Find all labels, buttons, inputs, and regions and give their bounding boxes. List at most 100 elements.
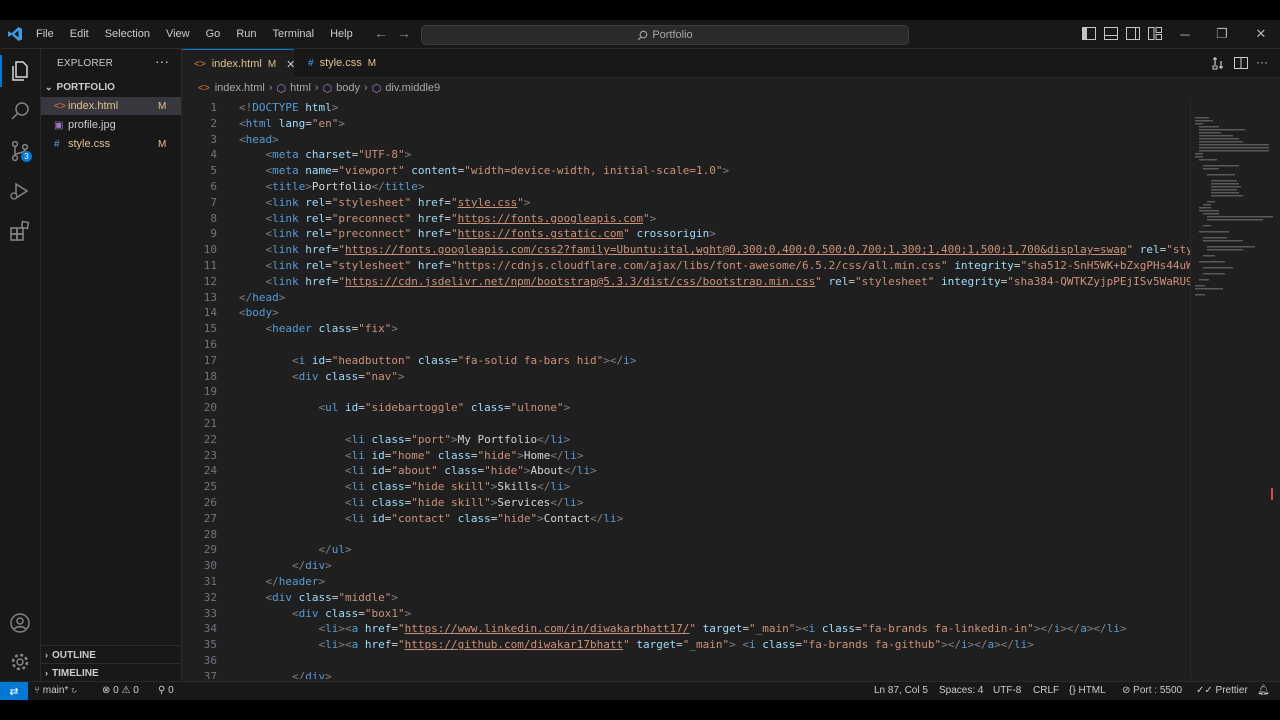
code-line[interactable]: <li><a href="https://github.com/diwakar1… (239, 638, 1033, 651)
close-window-button[interactable]: ✕ (1242, 20, 1280, 48)
minimize-button[interactable]: ─ (1166, 20, 1204, 48)
code-line[interactable]: <title>Portfolio</title> (239, 180, 425, 193)
breadcrumb-item-body[interactable]: ⬡ body (323, 82, 360, 95)
accounts-activity[interactable] (8, 611, 32, 635)
line-ending[interactable]: CRLF (1033, 685, 1059, 696)
chevron-right-icon: › (45, 668, 48, 678)
ports-indicator[interactable]: ⚲ 0 (158, 685, 174, 696)
menu-run[interactable]: Run (228, 28, 264, 40)
code-line[interactable]: <li><a href="https://www.linkedin.com/in… (239, 622, 1126, 635)
menu-go[interactable]: Go (198, 28, 229, 40)
encoding[interactable]: UTF-8 (993, 685, 1021, 696)
cursor-position[interactable]: Ln 87, Col 5 (874, 685, 928, 696)
indentation[interactable]: Spaces: 4 (939, 685, 983, 696)
line-number: 27 (203, 511, 217, 525)
manage-activity[interactable] (8, 650, 32, 674)
menu-file[interactable]: File (28, 28, 62, 40)
code-editor[interactable]: 1 <!DOCTYPE html> 2 <html lang="en"> 3 <head>… (182, 99, 1190, 679)
breadcrumb-item-html[interactable]: ⬡ html (277, 82, 311, 95)
file-profile-jpg[interactable]: ▣ profile.jpg (41, 116, 181, 134)
code-line[interactable]: <head> (239, 133, 279, 146)
code-line[interactable]: <div class="box1"> (239, 607, 411, 620)
tab-index-html[interactable]: <> index.html M ✕ (182, 49, 295, 78)
code-line[interactable]: </div> (239, 670, 332, 679)
code-line[interactable]: <li class="hide skill">Services</li> (239, 496, 583, 509)
forward-arrow-icon[interactable]: → (397, 25, 411, 41)
more-actions-icon[interactable]: ··· (1256, 56, 1268, 70)
code-line[interactable]: <link rel="preconnect" href="https://fon… (239, 227, 716, 240)
timeline-section[interactable]: › TIMELINE (41, 663, 181, 682)
code-line[interactable]: <div class="middle"> (239, 591, 398, 604)
chevron-right-icon: › (268, 82, 273, 94)
language-mode[interactable]: {} HTML (1069, 685, 1106, 696)
code-line[interactable]: <meta charset="UTF-8"> (239, 148, 412, 161)
line-number: 37 (203, 669, 217, 679)
minimap-preview (1195, 117, 1273, 296)
prettier-status[interactable]: ✓✓ Prettier (1196, 685, 1248, 696)
code-line[interactable]: <link rel="stylesheet" href="https://cdn… (239, 259, 1191, 272)
code-line[interactable]: </div> (239, 559, 332, 572)
menu-edit[interactable]: Edit (62, 28, 97, 40)
restore-button[interactable]: ❐ (1203, 20, 1241, 48)
code-line[interactable]: <header class="fix"> (239, 322, 399, 335)
breadcrumb-item-file[interactable]: <> index.html (198, 82, 265, 94)
code-line[interactable]: </ul> (239, 543, 351, 556)
code-line[interactable]: <li class="port">My Portfolio</li> (239, 433, 570, 446)
line-number: 29 (203, 543, 217, 557)
search-activity[interactable] (8, 99, 32, 123)
code-line[interactable]: <li id="home" class="hide">Home</li> (239, 449, 584, 462)
extensions-activity[interactable] (8, 219, 32, 243)
code-line[interactable]: <li id="contact" class="hide">Contact</l… (239, 512, 623, 525)
code-line[interactable]: <link rel="preconnect" href="https://fon… (239, 212, 657, 225)
outline-section[interactable]: › OUTLINE (41, 645, 181, 664)
close-tab-icon[interactable]: ✕ (286, 58, 295, 71)
more-actions-icon[interactable]: ··· (155, 53, 169, 69)
prettier-label: Prettier (1215, 685, 1248, 696)
remote-indicator-icon[interactable]: ⇄ (0, 682, 28, 700)
menu-help[interactable]: Help (322, 28, 361, 40)
toggle-primary-sidebar-icon[interactable] (1082, 27, 1096, 40)
code-line[interactable]: </head> (239, 291, 285, 304)
file-index-html[interactable]: <> index.html M (41, 97, 181, 115)
branch-indicator[interactable]: ⑂ main* ↻ (34, 685, 77, 696)
notifications-bell-icon[interactable]: 🔔︎ (1257, 685, 1270, 696)
menu-view[interactable]: View (158, 28, 198, 40)
live-server-port[interactable]: ⊘ Port : 5500 (1122, 685, 1182, 696)
problems-indicator[interactable]: ⊗ 0 ⚠ 0 (102, 685, 139, 696)
code-line[interactable]: <link href="https://fonts.googleapis.com… (239, 243, 1191, 256)
source-control-activity[interactable]: 3 (8, 139, 32, 163)
code-line[interactable]: <html lang="en"> (239, 117, 345, 130)
file-status: M (158, 138, 167, 150)
back-arrow-icon[interactable]: ← (374, 25, 388, 41)
toggle-panel-icon[interactable] (1104, 27, 1118, 40)
code-line[interactable]: </header> (239, 575, 326, 588)
menu-terminal[interactable]: Terminal (265, 28, 323, 40)
code-line[interactable]: <link rel="stylesheet" href="style.css"> (239, 196, 531, 209)
minimap[interactable] (1190, 99, 1280, 679)
code-line[interactable]: <meta name="viewport" content="width=dev… (239, 164, 730, 177)
compare-changes-icon[interactable] (1212, 56, 1226, 70)
element-icon: ⬡ (371, 82, 382, 95)
menu-selection[interactable]: Selection (97, 28, 158, 40)
customize-layout-icon[interactable] (1148, 27, 1162, 40)
split-editor-icon[interactable] (1234, 56, 1248, 70)
vscode-window: File Edit Selection View Go Run Terminal… (0, 20, 1280, 700)
file-style-css[interactable]: # style.css M (41, 135, 181, 153)
code-line[interactable]: <div class="nav"> (239, 370, 405, 383)
code-line[interactable]: <!DOCTYPE html> (239, 101, 338, 114)
breadcrumb-item-div[interactable]: ⬡ div.middle9 (372, 82, 440, 95)
command-center-search[interactable]: Portfolio (421, 25, 909, 45)
run-debug-activity[interactable] (8, 179, 32, 203)
workspace-folder[interactable]: ⌄ PORTFOLIO (41, 78, 181, 96)
explorer-activity[interactable] (0, 55, 32, 87)
toggle-secondary-sidebar-icon[interactable] (1126, 27, 1140, 40)
code-line[interactable]: <li id="about" class="hide">About</li> (239, 464, 597, 477)
line-number: 19 (203, 385, 217, 399)
tab-style-css[interactable]: # style.css M (296, 49, 386, 77)
code-line[interactable]: <li class="hide skill">Skills</li> (239, 480, 570, 493)
code-line[interactable]: <link href="https://cdn.jsdelivr.net/npm… (239, 275, 1191, 288)
code-line[interactable]: <body> (239, 306, 279, 319)
element-icon: ⬡ (276, 82, 287, 95)
code-line[interactable]: <ul id="sidebartoggle" class="ulnone"> (239, 401, 570, 414)
code-line[interactable]: <i id="headbutton" class="fa-solid fa-ba… (239, 354, 636, 367)
